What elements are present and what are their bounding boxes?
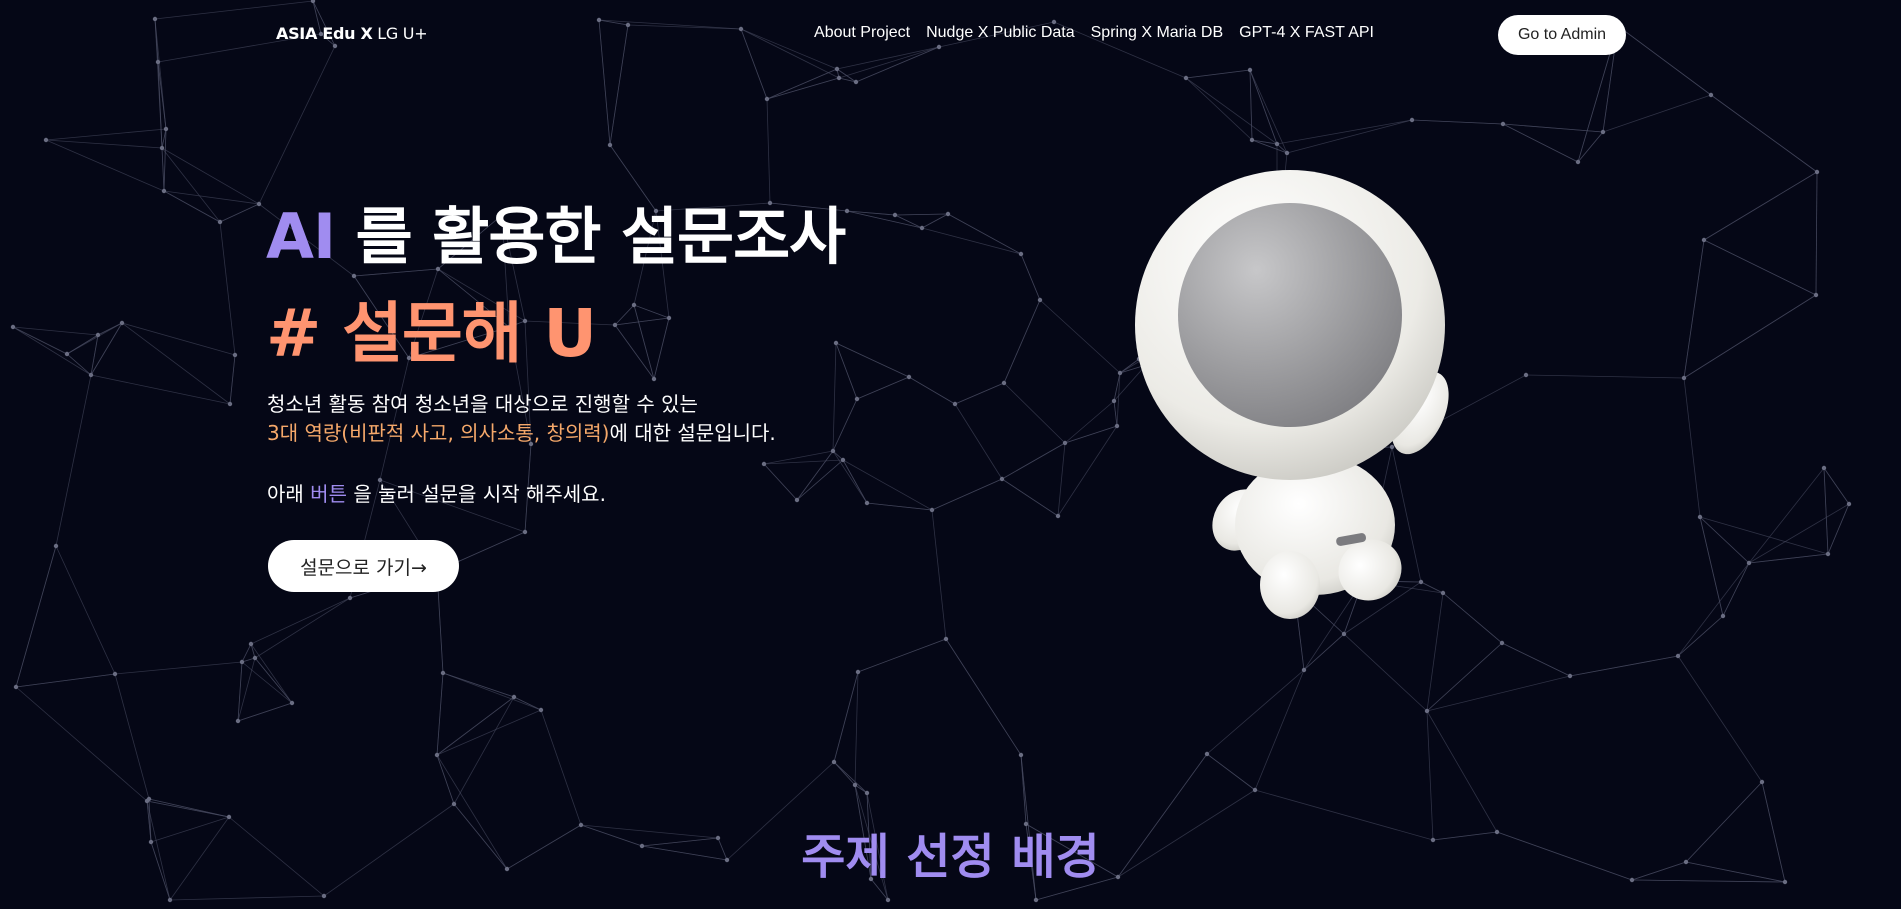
description-line-1: 청소년 활동 참여 청소년을 대상으로 진행할 수 있는 — [267, 392, 698, 416]
landing-page: ASIA Edu X LG U+ About Project Nudge X P… — [0, 0, 1901, 909]
nav-link-spring-maria-db[interactable]: Spring X Maria DB — [1091, 24, 1224, 42]
nav-link-gpt4-fast-api[interactable]: GPT-4 X FAST API — [1239, 24, 1374, 42]
brand-light-text: LG U+ — [377, 24, 428, 43]
hero-subtitle: # 설문해 U — [266, 295, 597, 372]
network-background — [10, 0, 1852, 903]
start-prompt: 아래 버튼 을 눌러 설문을 시작 해주세요. — [267, 478, 606, 507]
nav-link-nudge-public-data[interactable]: Nudge X Public Data — [926, 24, 1075, 42]
start-prompt-highlight: 버튼 — [310, 482, 347, 506]
start-prompt-before: 아래 — [267, 482, 304, 506]
nav-links: About Project Nudge X Public Data Spring… — [814, 24, 1374, 42]
brand-logo[interactable]: ASIA Edu X LG U+ — [276, 24, 428, 43]
brand-bold-text: ASIA Edu X — [276, 24, 373, 43]
go-to-admin-button[interactable]: Go to Admin — [1498, 15, 1626, 55]
start-prompt-after: 을 눌러 설문을 시작 해주세요. — [353, 482, 606, 506]
nav-link-about-project[interactable]: About Project — [814, 24, 910, 42]
hero-description: 청소년 활동 참여 청소년을 대상으로 진행할 수 있는 3대 역량(비판적 사… — [267, 390, 776, 448]
top-nav: ASIA Edu X LG U+ About Project Nudge X P… — [0, 0, 1901, 70]
description-line-2: 3대 역량(비판적 사고, 의사소통, 창의력)에 대한 설문입니다. — [267, 419, 776, 448]
section-title: 주제 선정 배경 — [801, 829, 1100, 885]
network-lines — [12, 0, 1850, 901]
hero-title-ai: AI — [266, 200, 336, 273]
hero-title-rest: 를 활용한 설문조사 — [355, 200, 846, 273]
astronaut-mascot-icon — [1135, 170, 1449, 619]
network-nodes — [10, 0, 1852, 903]
hero-title: AI 를 활용한 설문조사 — [266, 186, 846, 276]
competency-highlight: 3대 역량(비판적 사고, 의사소통, 창의력) — [267, 421, 610, 445]
description-line-2-rest: 에 대한 설문입니다. — [609, 421, 776, 445]
start-survey-button[interactable]: 설문으로 가기→ — [268, 540, 459, 592]
